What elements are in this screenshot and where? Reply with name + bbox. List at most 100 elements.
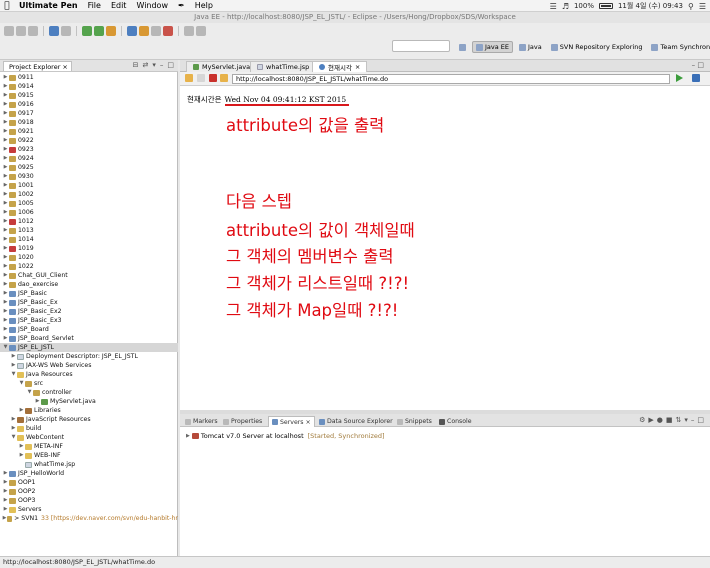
go-icon[interactable] [676,74,683,82]
collapse-all-icon[interactable]: ⊟ [133,61,139,69]
close-icon[interactable]: × [62,63,67,71]
tree-item[interactable]: ▶ build [0,424,178,433]
chevron-right-icon[interactable]: ▶ [2,199,9,208]
tab-browser[interactable]: 현재시각 × [312,61,368,72]
tab-data-source-explorer[interactable]: Data Source Explorer [316,416,396,427]
perspective-svn[interactable]: SVN Repository Exploring [548,42,646,52]
tree-item[interactable]: ▼ src [0,379,178,388]
view-menu-icon[interactable]: ▾ [152,61,156,69]
tree-item[interactable]: ▶ 1006 [0,208,178,217]
print-icon[interactable] [28,26,38,36]
chevron-right-icon[interactable]: ▶ [2,244,9,253]
tab-servers[interactable]: Servers × [268,416,315,427]
tree-item[interactable]: ▶ 0923 [0,145,178,154]
stop-icon[interactable] [163,26,173,36]
chevron-right-icon[interactable]: ▶ [2,73,9,82]
tree-item[interactable]: ▶ 0918 [0,118,178,127]
tree-item[interactable]: ▶ 0917 [0,109,178,118]
tree-item[interactable]: ▶ META-INF [0,442,178,451]
chevron-down-icon[interactable]: ▼ [2,343,9,352]
tab-whattime-jsp[interactable]: whatTime.jsp [250,61,317,72]
refresh-icon[interactable] [220,74,228,82]
chevron-right-icon[interactable]: ▶ [2,208,9,217]
save-icon[interactable] [16,26,26,36]
app-menu[interactable]: Ultimate Pen [14,1,83,10]
chevron-down-icon[interactable]: ▼ [10,370,17,379]
tree-item[interactable]: ▶ JSP_Basic_Ex2 [0,307,178,316]
tree-item[interactable]: ▶ JAX-WS Web Services [0,361,178,370]
chevron-right-icon[interactable]: ▶ [2,235,9,244]
perspective-java-ee[interactable]: Java EE [472,41,514,53]
tree-item[interactable]: ▶ 0911 [0,73,178,82]
chevron-right-icon[interactable]: ▶ [2,118,9,127]
open-perspective-button[interactable] [456,43,469,52]
tree-item[interactable]: ▶ 1012 [0,217,178,226]
chevron-right-icon[interactable]: ▶ [2,334,9,343]
chevron-right-icon[interactable]: ▶ [10,415,17,424]
notification-icon[interactable]: ☰ [699,2,706,11]
wifi-icon[interactable]: ☰ [550,2,557,11]
tree-item[interactable]: ▼ JSP_EL_JSTL [0,343,178,352]
chevron-right-icon[interactable]: ▶ [2,82,9,91]
chevron-right-icon[interactable]: ▶ [18,406,25,415]
tab-myservlet[interactable]: MyServlet.java [186,61,258,72]
server-icon[interactable] [49,26,59,36]
tree-item[interactable]: ▶ 0930 [0,172,178,181]
menu-edit[interactable]: Edit [106,1,132,10]
stop-icon[interactable] [209,74,217,82]
chevron-right-icon[interactable]: ▶ [2,307,9,316]
chevron-right-icon[interactable]: ▶ [2,136,9,145]
tree-item[interactable]: ▶ 1019 [0,244,178,253]
server-row[interactable]: ▶ Tomcat v7.0 Server at localhost [Start… [186,432,385,440]
chevron-right-icon[interactable]: ▶ [2,316,9,325]
tab-console[interactable]: Console [436,416,475,427]
tree-item[interactable]: ▼ WebContent [0,433,178,442]
close-icon[interactable]: × [355,63,360,71]
chevron-right-icon[interactable]: ▶ [2,100,9,109]
tab-markers[interactable]: Markers [182,416,221,427]
chevron-right-icon[interactable]: ▶ [2,145,9,154]
publish-icon[interactable]: ⇅ [675,416,681,424]
terminal-icon[interactable] [61,26,71,36]
tree-item[interactable]: ▶ 1013 [0,226,178,235]
view-menu-icon[interactable]: ▾ [684,416,688,424]
spotlight-icon[interactable]: ⚲ [688,2,694,11]
chevron-right-icon[interactable]: ▶ [2,469,9,478]
tree-item[interactable]: ▶ JSP_HelloWorld [0,469,178,478]
back-icon[interactable] [184,26,194,36]
battery-icon[interactable] [598,3,613,9]
forward-icon[interactable] [196,26,206,36]
external-tools-icon[interactable] [106,26,116,36]
search-icon[interactable] [151,26,161,36]
close-icon[interactable]: × [306,419,311,426]
menu-window[interactable]: Window [131,1,173,10]
script-icon[interactable]: ✒ [173,1,190,10]
chevron-right-icon[interactable]: ▶ [2,226,9,235]
tree-item[interactable]: ▶ 1005 [0,199,178,208]
chevron-right-icon[interactable]: ▶ [2,172,9,181]
minimize-icon[interactable]: – [692,61,696,69]
browser-menu-icon[interactable] [692,74,700,82]
url-field[interactable]: http://localhost:8080/JSP_EL_JSTL/whatTi… [232,74,670,84]
chevron-right-icon[interactable]: ▶ [2,217,9,226]
chevron-right-icon[interactable]: ▶ [18,442,25,451]
chevron-right-icon[interactable]: ▶ [2,181,9,190]
link-editor-icon[interactable]: ⇄ [142,61,148,69]
maximize-icon[interactable]: □ [167,61,174,69]
new-java-project-icon[interactable] [127,26,137,36]
run-icon[interactable] [94,26,104,36]
new-icon[interactable] [4,26,14,36]
tree-item[interactable]: ▶ dao_exercise [0,280,178,289]
back-icon[interactable] [185,74,193,82]
minimize-icon[interactable]: – [691,416,695,424]
volume-icon[interactable]: ♬ [562,2,569,11]
tree-item[interactable]: ▶ MyServlet.java [0,397,178,406]
chevron-right-icon[interactable]: ▶ [2,298,9,307]
chevron-right-icon[interactable]: ▶ [10,352,17,361]
tree-item[interactable]: ▶ Libraries [0,406,178,415]
apple-icon[interactable]:  [0,1,14,11]
chevron-down-icon[interactable]: ▼ [26,388,33,397]
chevron-right-icon[interactable]: ▶ [2,253,9,262]
perspective-team-sync[interactable]: Team Synchronizing [648,42,710,52]
menu-help[interactable]: Help [190,1,218,10]
